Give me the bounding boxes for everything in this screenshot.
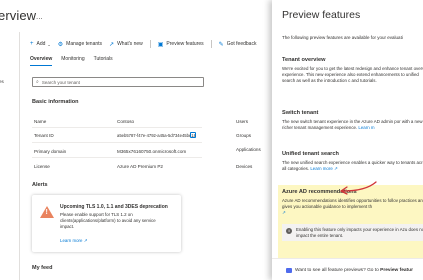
copy-icon[interactable] xyxy=(190,132,196,138)
command-bar: + Add ⌄ ⚙ Manage tenants ↗ What's new ▣ … xyxy=(30,38,263,50)
external-link-icon: ↗ xyxy=(334,166,338,171)
preview-features-button[interactable]: ▣ Preview features xyxy=(158,41,204,48)
alert-learn-more-link[interactable]: Learn more ↗ xyxy=(60,238,87,244)
tab-overview[interactable]: Overview xyxy=(30,56,53,66)
manage-tenants-label: Manage tenants xyxy=(66,41,103,47)
more-options-icon[interactable]: ... xyxy=(36,12,43,21)
panel-intro: The following preview features are avail… xyxy=(282,35,403,40)
search-input[interactable] xyxy=(41,79,192,85)
alerts-heading: Alerts xyxy=(32,182,48,188)
warning-icon: ! xyxy=(40,206,54,218)
add-label: Add xyxy=(36,41,46,47)
row-divider xyxy=(32,127,202,128)
search-icon: ⌕ xyxy=(36,79,39,85)
tenant-search-box: ⌕ xyxy=(32,77,204,87)
preview-features-footer-link[interactable]: Preview featur xyxy=(380,268,413,273)
feature-heading-switch-tenant: Switch tenant xyxy=(282,110,319,116)
feedback-icon: ✎ xyxy=(218,41,224,48)
tab-tutorials[interactable]: Tutorials xyxy=(94,56,113,66)
page-title: erview xyxy=(0,8,37,23)
gear-icon: ⚙ xyxy=(57,41,64,48)
row-label-tenant-id: Tenant ID xyxy=(34,133,54,138)
add-button[interactable]: + Add ⌄ xyxy=(30,41,51,47)
feature-body-text: The new switch tenant experience in the … xyxy=(282,119,423,130)
toolbar-divider xyxy=(149,40,151,48)
row-value-tenant-id: a5eb5787-f47e-4792-a45a-5d734e45be18 xyxy=(117,133,196,138)
preview-icon: ▣ xyxy=(157,41,164,48)
info-text: Enabling this feature only impacts your … xyxy=(296,227,423,238)
my-feed-heading: My feed xyxy=(32,265,53,271)
preview-features-label: Preview features xyxy=(166,41,204,47)
devices-link[interactable]: Devices xyxy=(236,164,252,169)
row-value-primary-domain: M365x76160750.onmicrosoft.com xyxy=(117,149,187,154)
left-nav-rail: es xyxy=(0,32,20,280)
tab-bar: Overview Monitoring Tutorials xyxy=(30,56,122,66)
nav-item-fragment[interactable]: es xyxy=(0,79,4,84)
groups-link[interactable]: Groups xyxy=(236,133,251,138)
preview-features-panel: Preview features The following preview f… xyxy=(272,0,423,280)
applications-link[interactable]: Applications xyxy=(236,147,261,152)
feature-body-text: Azure AD recommendations identifies oppo… xyxy=(282,198,423,209)
unified-search-learn-more-link[interactable]: Learn more xyxy=(310,166,332,171)
switch-tenant-learn-more-link[interactable]: Learn m xyxy=(358,125,374,130)
footer-text: Want to see all feature previews? Go to … xyxy=(295,268,413,273)
external-link-icon: ↗ xyxy=(83,238,88,243)
chevron-down-icon: ⌄ xyxy=(47,41,51,47)
alert-title: Upcoming TLS 1.0, 1.1 and 3DES deprecati… xyxy=(60,204,168,210)
basic-info-heading: Basic information xyxy=(32,99,79,105)
whats-new-label: What's new xyxy=(117,41,143,47)
feature-body-tenant-overview: We're excited for you to get the latest … xyxy=(282,66,423,83)
feature-heading-azure-ad-recommendations: Azure AD recommendations xyxy=(282,189,357,195)
tls-deprecation-alert: ! Upcoming TLS 1.0, 1.1 and 3DES depreca… xyxy=(32,195,181,252)
external-link-icon: ↗ xyxy=(109,41,115,48)
tab-monitoring[interactable]: Monitoring xyxy=(61,56,84,66)
feedback-label: Got feedback xyxy=(226,41,257,47)
feature-body-azure-ad-recommendations: Azure AD recommendations identifies oppo… xyxy=(282,198,423,216)
info-icon: i xyxy=(286,228,292,234)
feature-heading-unified-search: Unified tenant search xyxy=(282,151,339,157)
row-value-license: Azure AD Premium P2 xyxy=(117,164,163,169)
panel-title: Preview features xyxy=(282,9,361,21)
row-value-name: Contoso xyxy=(117,119,135,124)
feature-body-text: The new unified search experience enable… xyxy=(282,160,423,171)
alert-body: Please enable support for TLS 1.2 on cli… xyxy=(60,212,156,229)
row-divider xyxy=(32,142,202,143)
toolbar-divider xyxy=(210,40,212,48)
manage-tenants-button[interactable]: ⚙ Manage tenants xyxy=(58,41,102,48)
external-link-icon[interactable]: ↗ xyxy=(282,210,286,215)
panel-footer: Want to see all feature previews? Go to … xyxy=(272,258,423,280)
feature-info-message: i Enabling this feature only impacts you… xyxy=(282,224,423,241)
feature-body-unified-search: The new unified search experience enable… xyxy=(282,160,423,172)
users-link[interactable]: Users xyxy=(236,119,248,124)
feature-body-switch-tenant: The new switch tenant experience in the … xyxy=(282,119,423,131)
learn-more-label: Learn more xyxy=(60,238,83,243)
row-label-primary-domain: Primary domain xyxy=(34,149,67,154)
feedback-button[interactable]: ✎ Got feedback xyxy=(219,41,257,48)
plus-icon: + xyxy=(30,41,34,47)
feature-heading-tenant-overview: Tenant overview xyxy=(282,57,326,63)
footer-prompt: Want to see all feature previews? Go to xyxy=(295,268,379,273)
preview-icon xyxy=(286,268,292,273)
whats-new-button[interactable]: ↗ What's new xyxy=(109,41,143,48)
row-divider xyxy=(32,157,202,158)
row-label-license: License xyxy=(34,164,50,169)
row-label-name: Name xyxy=(34,119,47,124)
